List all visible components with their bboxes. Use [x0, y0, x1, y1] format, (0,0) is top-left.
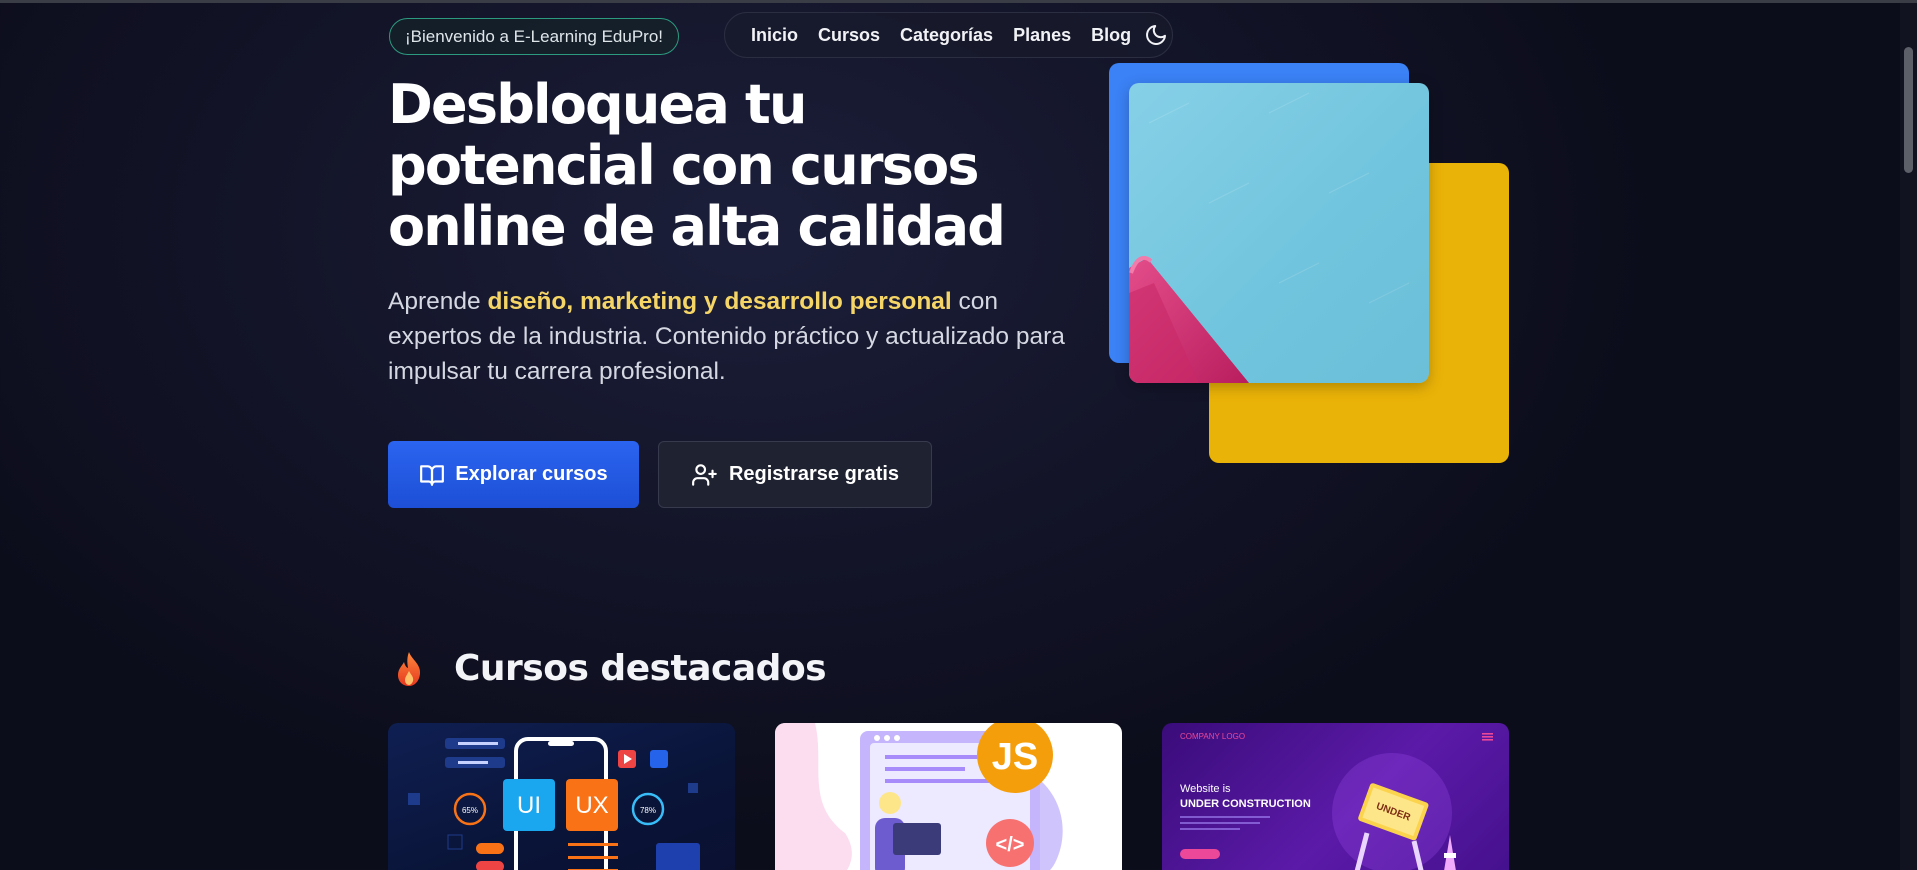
shopping-bag-illustration	[1129, 92, 1410, 383]
nav-item-blog[interactable]: Blog	[1091, 25, 1131, 46]
course-card-construction[interactable]: COMPANY LOGO Website is UNDER CONSTRUCTI…	[1162, 723, 1509, 870]
card-2-code-text: </>	[996, 834, 1025, 856]
card-3-construction-text: UNDER CONSTRUCTION	[1180, 798, 1311, 810]
nav-item-planes[interactable]: Planes	[1013, 25, 1071, 46]
user-plus-icon	[692, 463, 717, 486]
scrollbar-thumb[interactable]	[1904, 47, 1913, 173]
book-open-icon	[420, 464, 445, 486]
nav-item-inicio[interactable]: Inicio	[751, 25, 798, 46]
hero-image	[1129, 83, 1429, 383]
card-2-js-text: JS	[992, 736, 1038, 778]
welcome-text: ¡Bienvenido a E-Learning EduPro!	[405, 26, 663, 46]
nav-item-cursos[interactable]: Cursos	[818, 25, 880, 46]
hero-description: Aprende diseño, marketing y desarrollo p…	[388, 284, 1088, 389]
card-1-stat-2: 78%	[640, 806, 656, 815]
explore-courses-button[interactable]: Explorar cursos	[388, 441, 639, 508]
javascript-illustration: JS </>	[775, 723, 1063, 870]
card-1-ux-text: UX	[575, 792, 608, 819]
card-1-stat-1: 65%	[462, 806, 478, 815]
featured-section-title: Cursos destacados	[454, 648, 827, 689]
theme-toggle-button[interactable]	[1143, 22, 1169, 48]
course-card-javascript[interactable]: JS </>	[775, 723, 1122, 870]
register-free-button[interactable]: Registrarse gratis	[658, 441, 932, 508]
course-card-ui-ux[interactable]: UI UX 65% 78%	[388, 723, 735, 870]
moon-icon	[1146, 25, 1167, 45]
window-top-edge	[0, 0, 1917, 3]
card-1-ui-text: UI	[517, 792, 541, 819]
ui-ux-illustration: UI UX 65% 78%	[408, 737, 700, 870]
hero-title: Desbloquea tu potencial con cursos onlin…	[388, 73, 1006, 258]
under-construction-illustration: COMPANY LOGO Website is UNDER CONSTRUCTI…	[1180, 732, 1493, 870]
explore-courses-label: Explorar cursos	[455, 463, 608, 485]
hero-desc-highlight: diseño, marketing y desarrollo personal	[487, 288, 952, 315]
main-nav: Inicio Cursos Categorías Planes Blog	[724, 12, 1173, 58]
nav-item-categorias[interactable]: Categorías	[900, 25, 993, 46]
hero-desc-prefix: Aprende	[388, 288, 488, 315]
welcome-badge: ¡Bienvenido a E-Learning EduPro!	[389, 18, 679, 55]
card-3-website-text: Website is	[1180, 783, 1231, 795]
page-scrollbar[interactable]	[1900, 3, 1917, 870]
register-free-label: Registrarse gratis	[728, 463, 900, 485]
card-3-logo-text: COMPANY LOGO	[1180, 732, 1245, 741]
fire-icon	[398, 652, 421, 686]
